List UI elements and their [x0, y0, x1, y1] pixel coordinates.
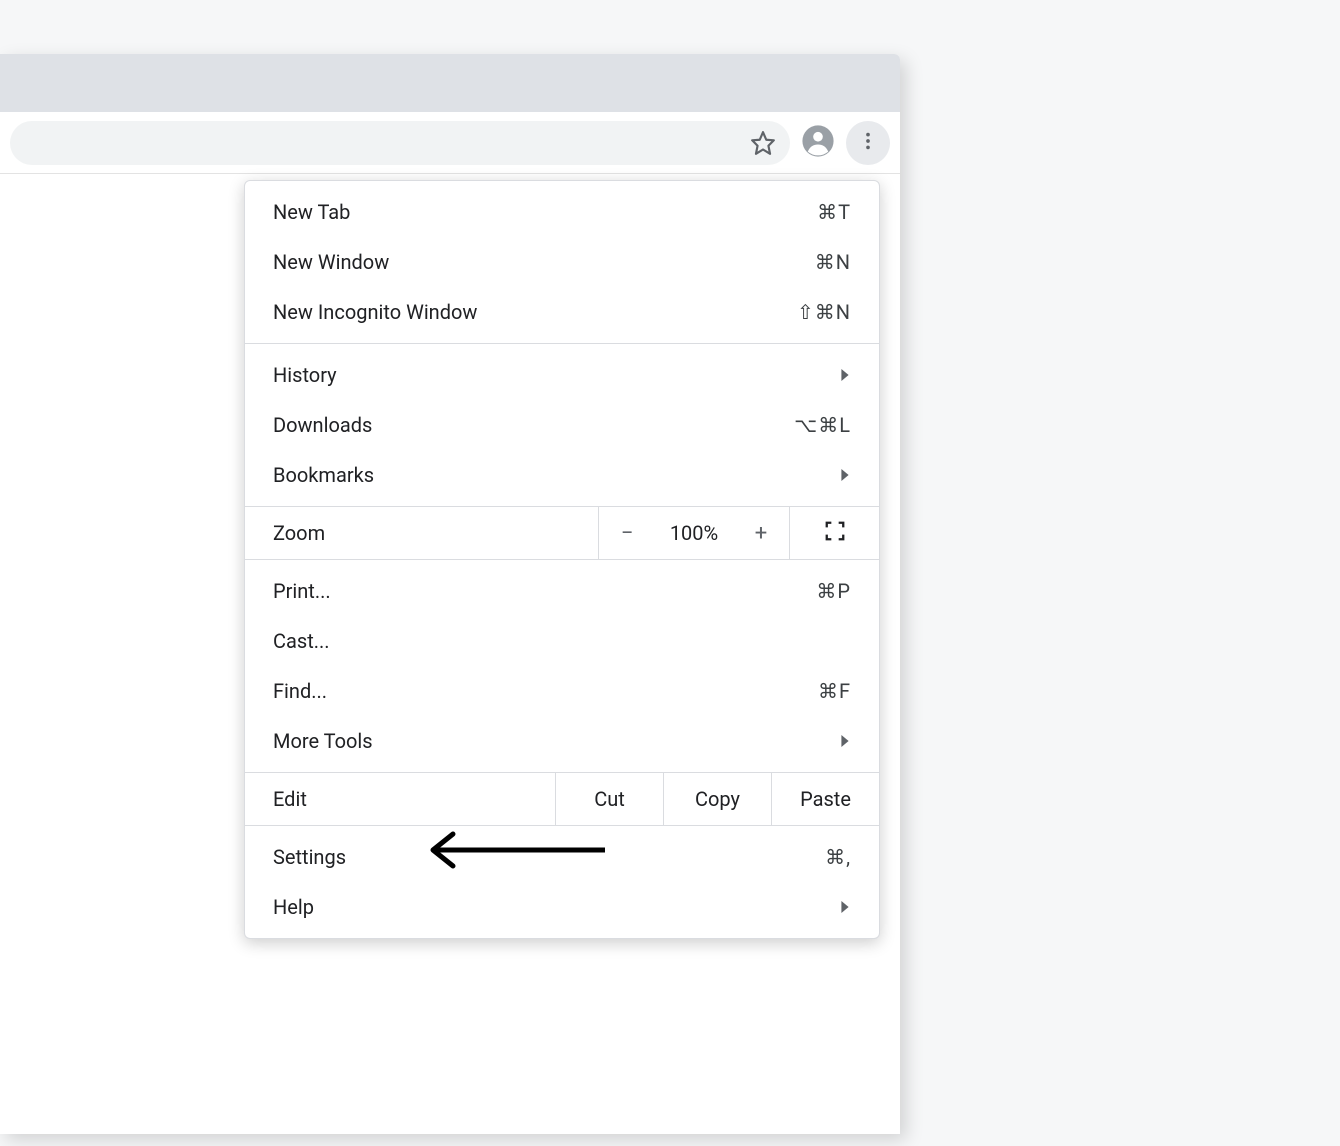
zoom-controls: − 100% + — [598, 507, 789, 559]
menu-item-shortcut: ⌘N — [815, 250, 851, 274]
menu-item-label: Settings — [273, 845, 346, 869]
bookmark-star-icon[interactable] — [750, 130, 776, 156]
menu-item-settings[interactable]: Settings ⌘, — [245, 832, 879, 882]
menu-item-label: New Tab — [273, 200, 350, 224]
menu-item-label: Bookmarks — [273, 463, 374, 487]
tab-strip — [0, 54, 900, 112]
menu-item-find[interactable]: Find... ⌘F — [245, 666, 879, 716]
menu-section-windows: New Tab ⌘T New Window ⌘N New Incognito W… — [245, 181, 879, 344]
fullscreen-button[interactable] — [789, 507, 879, 559]
menu-item-new-window[interactable]: New Window ⌘N — [245, 237, 879, 287]
menu-item-shortcut: ⌘T — [817, 200, 851, 224]
omnibox[interactable] — [10, 121, 790, 165]
menu-item-label: History — [273, 363, 337, 387]
menu-item-label: Find... — [273, 679, 327, 703]
chevron-right-icon — [839, 469, 851, 481]
edit-cut-button[interactable]: Cut — [555, 773, 663, 825]
zoom-label: Zoom — [245, 507, 598, 559]
menu-section-settings: Settings ⌘, Help — [245, 826, 879, 938]
menu-item-edit: Edit Cut Copy Paste — [245, 773, 879, 826]
menu-item-label: Help — [273, 895, 314, 919]
menu-item-shortcut: ⌘P — [816, 579, 851, 603]
menu-item-history[interactable]: History — [245, 350, 879, 400]
menu-item-label: New Incognito Window — [273, 300, 477, 324]
chevron-right-icon — [839, 735, 851, 747]
menu-item-cast[interactable]: Cast... — [245, 616, 879, 666]
menu-item-new-tab[interactable]: New Tab ⌘T — [245, 187, 879, 237]
chevron-right-icon — [839, 901, 851, 913]
menu-item-downloads[interactable]: Downloads ⌥⌘L — [245, 400, 879, 450]
more-menu-button[interactable] — [846, 121, 890, 165]
menu-item-shortcut: ⌥⌘L — [794, 413, 851, 437]
menu-item-more-tools[interactable]: More Tools — [245, 716, 879, 766]
menu-item-shortcut: ⌘, — [825, 845, 851, 869]
fullscreen-icon — [824, 520, 846, 547]
menu-item-help[interactable]: Help — [245, 882, 879, 932]
menu-item-label: More Tools — [273, 729, 373, 753]
menu-item-shortcut: ⇧⌘N — [797, 300, 851, 324]
menu-item-new-incognito-window[interactable]: New Incognito Window ⇧⌘N — [245, 287, 879, 337]
edit-copy-button[interactable]: Copy — [663, 773, 771, 825]
menu-item-label: Downloads — [273, 413, 372, 437]
person-circle-icon — [801, 124, 835, 162]
toolbar — [0, 112, 900, 174]
menu-item-label: Cast... — [273, 629, 330, 653]
edit-label: Edit — [245, 773, 555, 825]
more-vertical-icon — [857, 130, 879, 156]
menu-section-history: History Downloads ⌥⌘L Bookmarks — [245, 344, 879, 507]
edit-paste-button[interactable]: Paste — [771, 773, 879, 825]
menu-item-print[interactable]: Print... ⌘P — [245, 566, 879, 616]
menu-item-bookmarks[interactable]: Bookmarks — [245, 450, 879, 500]
menu-section-tools: Print... ⌘P Cast... Find... ⌘F More Tool… — [245, 560, 879, 773]
chrome-main-menu: New Tab ⌘T New Window ⌘N New Incognito W… — [244, 180, 880, 939]
menu-item-shortcut: ⌘F — [818, 679, 851, 703]
menu-item-label: New Window — [273, 250, 389, 274]
zoom-in-button[interactable]: + — [733, 507, 789, 559]
menu-item-zoom: Zoom − 100% + — [245, 507, 879, 560]
profile-button[interactable] — [796, 121, 840, 165]
zoom-value: 100% — [655, 507, 733, 559]
chevron-right-icon — [839, 369, 851, 381]
menu-item-label: Print... — [273, 579, 331, 603]
zoom-out-button[interactable]: − — [599, 507, 655, 559]
